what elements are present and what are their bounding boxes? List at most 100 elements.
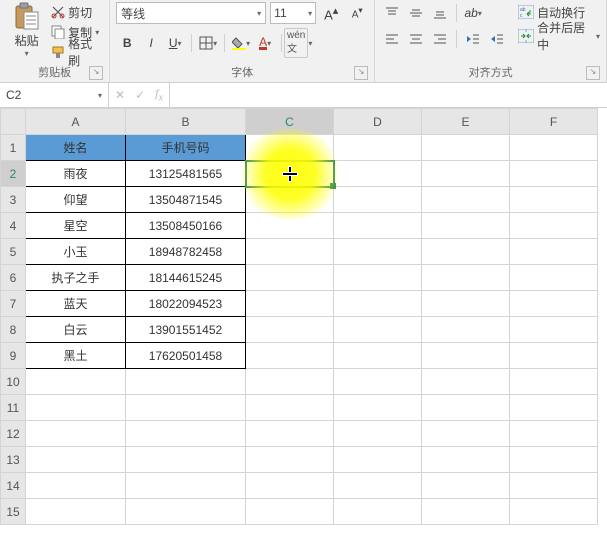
cell-D6[interactable] [334,265,422,291]
cell-E2[interactable] [422,161,510,187]
cell-F2[interactable] [510,161,598,187]
cell-C6[interactable] [246,265,334,291]
cell-C15[interactable] [246,499,334,525]
fill-color-button[interactable]: ▾ [230,32,252,54]
cell-D5[interactable] [334,239,422,265]
cell-F14[interactable] [510,473,598,499]
cell-A4[interactable]: 星空 [26,213,126,239]
cell-C7[interactable] [246,291,334,317]
formula-input[interactable] [170,83,607,107]
cell-C2[interactable] [246,161,334,187]
cell-C8[interactable] [246,317,334,343]
row-header-10[interactable]: 10 [1,369,26,395]
name-box[interactable]: C2 ▾ [0,83,109,107]
format-painter-button[interactable]: 格式刷 [51,42,103,62]
cell-E7[interactable] [422,291,510,317]
column-header-C[interactable]: C [246,109,334,135]
cell-D15[interactable] [334,499,422,525]
pinyin-guide-button[interactable]: wén文▾ [287,32,309,54]
cell-D14[interactable] [334,473,422,499]
cell-F4[interactable] [510,213,598,239]
select-all-corner[interactable] [1,109,26,135]
cell-E10[interactable] [422,369,510,395]
row-header-15[interactable]: 15 [1,499,26,525]
row-header-2[interactable]: 2 [1,161,26,187]
cell-E3[interactable] [422,187,510,213]
cell-C1[interactable] [246,135,334,161]
cell-F7[interactable] [510,291,598,317]
cell-C3[interactable] [246,187,334,213]
column-header-A[interactable]: A [26,109,126,135]
cell-F10[interactable] [510,369,598,395]
cell-F5[interactable] [510,239,598,265]
cell-E13[interactable] [422,447,510,473]
increase-font-button[interactable]: A▴ [320,2,342,24]
underline-button[interactable]: U▾ [164,32,186,54]
cell-B3[interactable]: 13504871545 [126,187,246,213]
cell-A11[interactable] [26,395,126,421]
merge-center-button[interactable]: 合并后居中 ▾ [518,26,600,46]
cell-B15[interactable] [126,499,246,525]
cell-A1[interactable]: 姓名 [26,135,126,161]
column-header-D[interactable]: D [334,109,422,135]
row-header-5[interactable]: 5 [1,239,26,265]
cell-D9[interactable] [334,343,422,369]
row-header-1[interactable]: 1 [1,135,26,161]
cell-C12[interactable] [246,421,334,447]
cell-F13[interactable] [510,447,598,473]
italic-button[interactable]: I [140,32,162,54]
cell-F11[interactable] [510,395,598,421]
cell-A5[interactable]: 小玉 [26,239,126,265]
cell-E5[interactable] [422,239,510,265]
cell-A7[interactable]: 蓝天 [26,291,126,317]
row-header-3[interactable]: 3 [1,187,26,213]
cell-B8[interactable]: 13901551452 [126,317,246,343]
cell-D13[interactable] [334,447,422,473]
font-launcher-icon[interactable]: ↘ [354,66,368,80]
decrease-font-button[interactable]: A▾ [346,2,368,24]
cell-E9[interactable] [422,343,510,369]
row-header-11[interactable]: 11 [1,395,26,421]
orientation-button[interactable]: ab▾ [462,2,484,24]
cell-F6[interactable] [510,265,598,291]
cell-D8[interactable] [334,317,422,343]
row-header-8[interactable]: 8 [1,317,26,343]
cell-B14[interactable] [126,473,246,499]
column-header-B[interactable]: B [126,109,246,135]
row-header-9[interactable]: 9 [1,343,26,369]
row-header-13[interactable]: 13 [1,447,26,473]
align-bottom-button[interactable] [429,2,451,24]
cell-A15[interactable] [26,499,126,525]
cell-C4[interactable] [246,213,334,239]
paste-button[interactable]: 粘贴 ▾ [6,2,47,58]
align-top-button[interactable] [381,2,403,24]
alignment-launcher-icon[interactable]: ↘ [586,66,600,80]
cell-F1[interactable] [510,135,598,161]
cell-B11[interactable] [126,395,246,421]
cell-C10[interactable] [246,369,334,395]
cell-D3[interactable] [334,187,422,213]
cancel-formula-icon[interactable]: ✕ [115,88,125,102]
cell-D11[interactable] [334,395,422,421]
cell-E1[interactable] [422,135,510,161]
cell-A6[interactable]: 执子之手 [26,265,126,291]
border-button[interactable]: ▾ [197,32,219,54]
cell-F9[interactable] [510,343,598,369]
cell-F15[interactable] [510,499,598,525]
align-middle-button[interactable] [405,2,427,24]
increase-indent-button[interactable] [486,28,508,50]
row-header-7[interactable]: 7 [1,291,26,317]
cell-A12[interactable] [26,421,126,447]
cell-C14[interactable] [246,473,334,499]
font-size-select[interactable]: 11▾ [270,2,316,24]
cell-B9[interactable]: 17620501458 [126,343,246,369]
cell-E15[interactable] [422,499,510,525]
align-center-button[interactable] [405,28,427,50]
cell-E6[interactable] [422,265,510,291]
row-header-6[interactable]: 6 [1,265,26,291]
cell-E11[interactable] [422,395,510,421]
cell-D2[interactable] [334,161,422,187]
cell-A2[interactable]: 雨夜 [26,161,126,187]
cell-F12[interactable] [510,421,598,447]
column-header-F[interactable]: F [510,109,598,135]
